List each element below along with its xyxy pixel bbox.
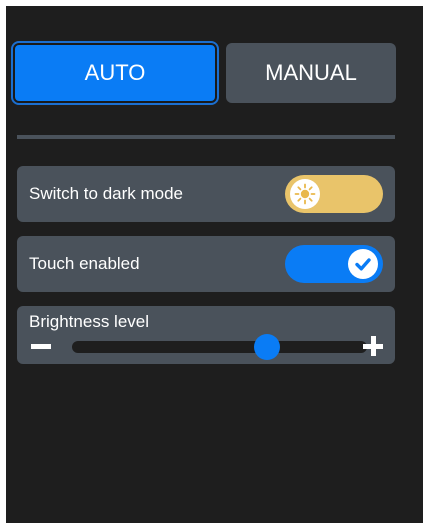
brightness-label: Brightness level (29, 312, 150, 331)
settings-screen: AUTO MANUAL Switch to dark mode Touch en… (6, 6, 423, 523)
touch-toggle[interactable] (285, 245, 383, 283)
slider-thumb[interactable] (253, 334, 280, 360)
dark-mode-toggle[interactable] (285, 175, 383, 213)
minus-icon[interactable] (29, 336, 55, 356)
touch-row: Touch enabled (17, 236, 395, 292)
sun-icon (290, 179, 320, 209)
tab-auto[interactable]: AUTO (11, 41, 219, 105)
dark-mode-row: Switch to dark mode (17, 166, 395, 222)
tab-manual[interactable]: MANUAL (226, 43, 396, 103)
tab-auto-label: AUTO (84, 60, 146, 85)
touch-label: Touch enabled (29, 254, 140, 273)
dark-mode-label: Switch to dark mode (29, 184, 184, 203)
brightness-slider[interactable] (72, 334, 367, 360)
check-icon (348, 249, 378, 279)
divider (17, 135, 395, 139)
brightness-row: Brightness level (17, 306, 395, 364)
tab-manual-label: MANUAL (265, 60, 357, 85)
plus-icon[interactable] (361, 334, 385, 358)
